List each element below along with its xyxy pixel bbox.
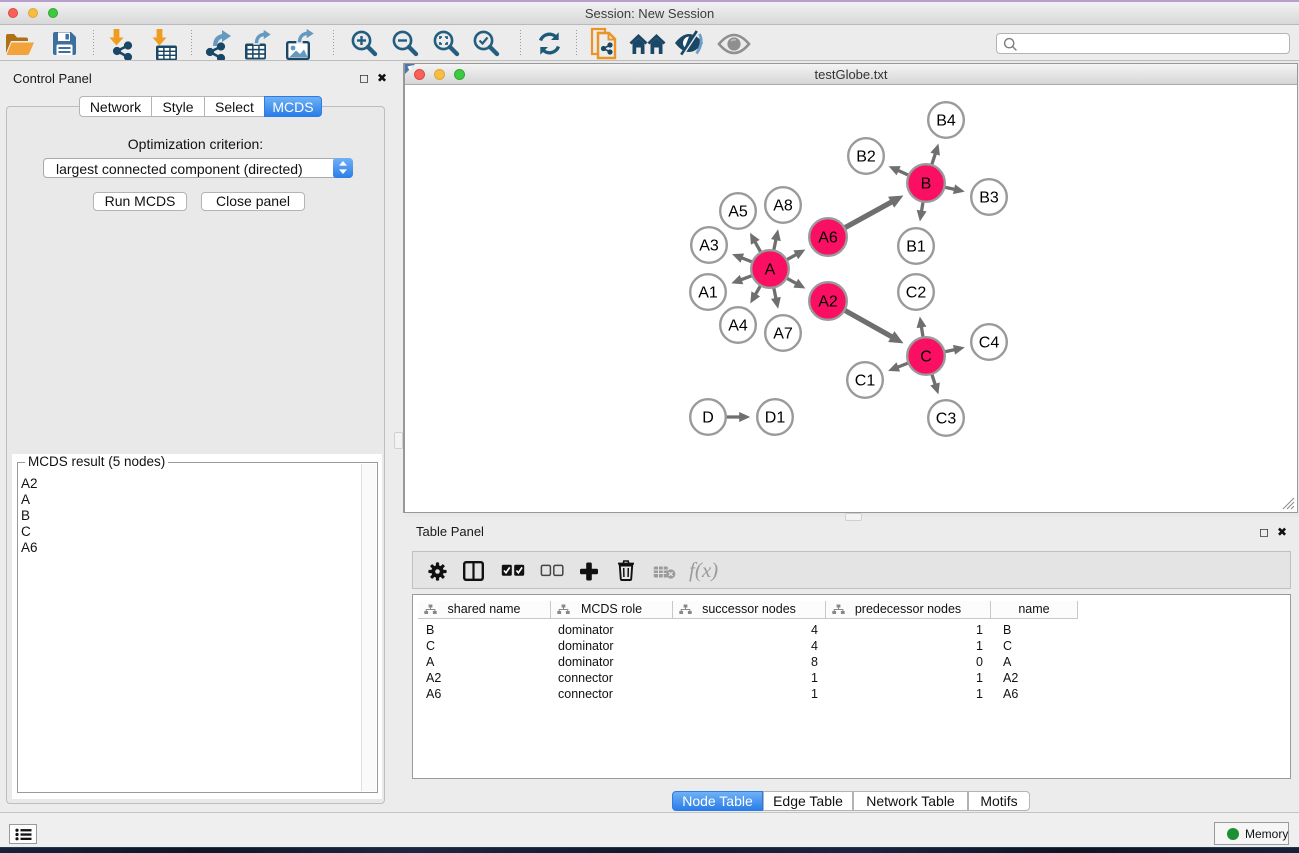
svg-text:D1: D1 — [765, 410, 786, 427]
svg-text:C2: C2 — [906, 285, 927, 302]
svg-text:A1: A1 — [698, 285, 718, 302]
svg-text:B: B — [921, 176, 932, 193]
svg-text:B3: B3 — [979, 190, 999, 207]
svg-text:A4: A4 — [728, 318, 748, 335]
svg-text:A8: A8 — [773, 198, 793, 215]
svg-text:C: C — [920, 349, 932, 366]
svg-text:B2: B2 — [856, 149, 876, 166]
svg-text:C3: C3 — [936, 411, 957, 428]
svg-text:A5: A5 — [728, 204, 748, 221]
svg-text:A: A — [765, 262, 776, 279]
svg-text:D: D — [702, 410, 714, 427]
svg-text:C4: C4 — [979, 335, 1000, 352]
svg-text:C1: C1 — [855, 373, 876, 390]
svg-text:A6: A6 — [818, 230, 838, 247]
svg-text:B4: B4 — [936, 113, 956, 130]
svg-text:B1: B1 — [906, 239, 926, 256]
svg-text:A3: A3 — [699, 238, 719, 255]
svg-text:A2: A2 — [818, 294, 838, 311]
svg-text:A7: A7 — [773, 326, 793, 343]
